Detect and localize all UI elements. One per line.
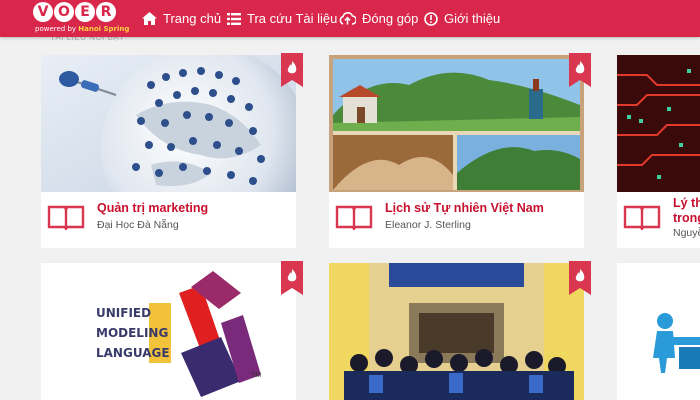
logo-letter: O — [54, 2, 74, 22]
svg-text:TM: TM — [251, 372, 261, 379]
card-info: Lý th trong Nguyễ — [617, 192, 700, 248]
uml-caption-line: LANGUAGE — [96, 346, 170, 360]
uml-caption: UNIFIED MODELING LANGUAGE — [96, 303, 170, 363]
document-card[interactable] — [329, 263, 584, 400]
document-card[interactable]: Quản trị marketing Đại Học Đà Nẵng — [41, 55, 296, 248]
card-title[interactable]: Quản trị marketing — [97, 201, 208, 215]
tagline-prefix: powered by — [35, 25, 77, 33]
book-icon — [623, 205, 661, 230]
logo-letters: V O E R — [33, 2, 117, 22]
vietnam-landscape-collage — [329, 55, 584, 192]
document-card[interactable]: Lịch sử Tự nhiên Việt Nam Eleanor J. Ste… — [329, 55, 584, 248]
nav-home-label: Trang chủ — [163, 11, 222, 26]
uml-logo-image: TM UNIFIED MODELING LANGUAGE — [41, 263, 296, 400]
document-card[interactable]: TM UNIFIED MODELING LANGUAGE — [41, 263, 296, 400]
fire-icon — [281, 53, 303, 87]
tagline-name: Hanoi Spring — [78, 25, 130, 33]
nav-search-docs[interactable]: Tra cứu Tài liệu — [227, 0, 337, 37]
logo-tagline: powered by Hanoi Spring — [35, 25, 129, 33]
nav-contribute[interactable]: Đóng góp — [339, 0, 418, 37]
graduation-photo — [329, 263, 584, 400]
voer-logo[interactable]: V O E R powered by Hanoi Spring — [33, 2, 129, 35]
uml-caption-line: UNIFIED — [96, 306, 152, 320]
card-title[interactable]: Lịch sử Tự nhiên Việt Nam — [385, 201, 544, 215]
document-card[interactable]: Lý th trong Nguyễ — [617, 55, 700, 248]
nav-home[interactable]: Trang chủ — [142, 0, 221, 37]
nav-contribute-label: Đóng góp — [362, 11, 419, 26]
card-author[interactable]: Eleanor J. Sterling — [385, 219, 471, 231]
info-icon — [424, 11, 438, 26]
nav-about[interactable]: Giới thiệu — [424, 0, 500, 37]
uml-caption-line: MODELING — [96, 326, 169, 340]
card-title[interactable]: Lý th — [673, 196, 700, 210]
fire-icon — [569, 53, 591, 87]
card-author[interactable]: Nguyễ — [673, 227, 700, 239]
nav-about-label: Giới thiệu — [444, 11, 501, 26]
card-author[interactable]: Đại Học Đà Nẵng — [97, 219, 179, 231]
logo-letter: V — [33, 2, 53, 22]
book-icon — [335, 205, 373, 230]
3d-figure-image — [617, 263, 700, 400]
globe-pushpins-image — [41, 55, 296, 192]
card-info: Quản trị marketing Đại Học Đà Nẵng — [41, 192, 296, 248]
book-icon — [47, 205, 85, 230]
card-info: Lịch sử Tự nhiên Việt Nam Eleanor J. Ste… — [329, 192, 584, 248]
cloud-upload-icon — [339, 12, 356, 25]
document-card[interactable] — [617, 263, 700, 400]
logo-letter: R — [96, 2, 116, 22]
fire-icon — [281, 261, 303, 295]
digital-circuit-image — [617, 55, 700, 192]
nav-search-docs-label: Tra cứu Tài liệu — [247, 11, 338, 26]
list-icon — [227, 12, 241, 25]
home-icon — [142, 12, 157, 25]
fire-icon — [569, 261, 591, 295]
logo-letter: E — [75, 2, 95, 22]
card-title-line2[interactable]: trong — [673, 211, 700, 225]
top-navbar: V O E R powered by Hanoi Spring Trang ch… — [0, 0, 700, 37]
